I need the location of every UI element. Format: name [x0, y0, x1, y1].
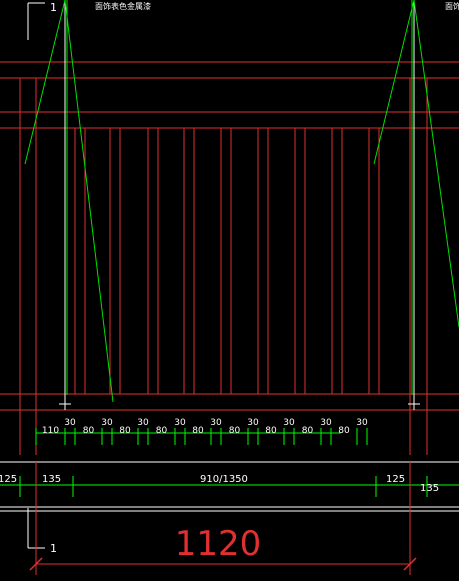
slat-dim-label-11: 30	[247, 418, 259, 428]
overall-dim-125-left: 125	[0, 474, 17, 485]
material-note-right: 面饰表色金属漆	[445, 1, 459, 11]
slat-dim-label-12: 80	[265, 426, 277, 436]
slat-dim-label-9: 30	[210, 418, 222, 428]
total-width-label: 1120	[175, 524, 262, 564]
slat-dim-label-2: 80	[83, 426, 95, 436]
overall-dim-135-left: 135	[42, 474, 61, 485]
overall-dim-125-right: 125	[386, 474, 405, 485]
slat-dim-label-17: 30	[356, 418, 368, 428]
drawing-background	[0, 0, 459, 581]
slat-dim-label-16: 80	[338, 426, 350, 436]
slat-dim-label-10: 80	[229, 426, 241, 436]
slat-dim-label-7: 30	[174, 418, 186, 428]
slat-dim-label-8: 80	[192, 426, 204, 436]
slat-dim-label-14: 80	[302, 426, 314, 436]
overall-dim-135-right: 135	[420, 483, 439, 494]
overall-dim-910-1350: 910/1350	[200, 474, 248, 485]
slat-dim-label-3: 30	[101, 418, 113, 428]
section-mark-bottom-label: 1	[50, 542, 57, 555]
section-mark-top-label: 1	[50, 1, 57, 14]
slat-dim-label-0: 110	[42, 426, 59, 436]
slat-dim-label-6: 80	[156, 426, 168, 436]
slat-dim-label-5: 30	[137, 418, 149, 428]
material-note-left: 面饰表色金属漆	[95, 1, 151, 11]
cad-drawing-canvas: 1 面饰表色金属漆 面饰表色金属漆 1 110 30 80 30 80 30 80 30 80 3…	[0, 0, 459, 581]
slat-dim-label-4: 80	[119, 426, 131, 436]
slat-dim-label-13: 30	[283, 418, 295, 428]
slat-dim-label-15: 30	[320, 418, 332, 428]
slat-dim-label-1: 30	[64, 418, 76, 428]
